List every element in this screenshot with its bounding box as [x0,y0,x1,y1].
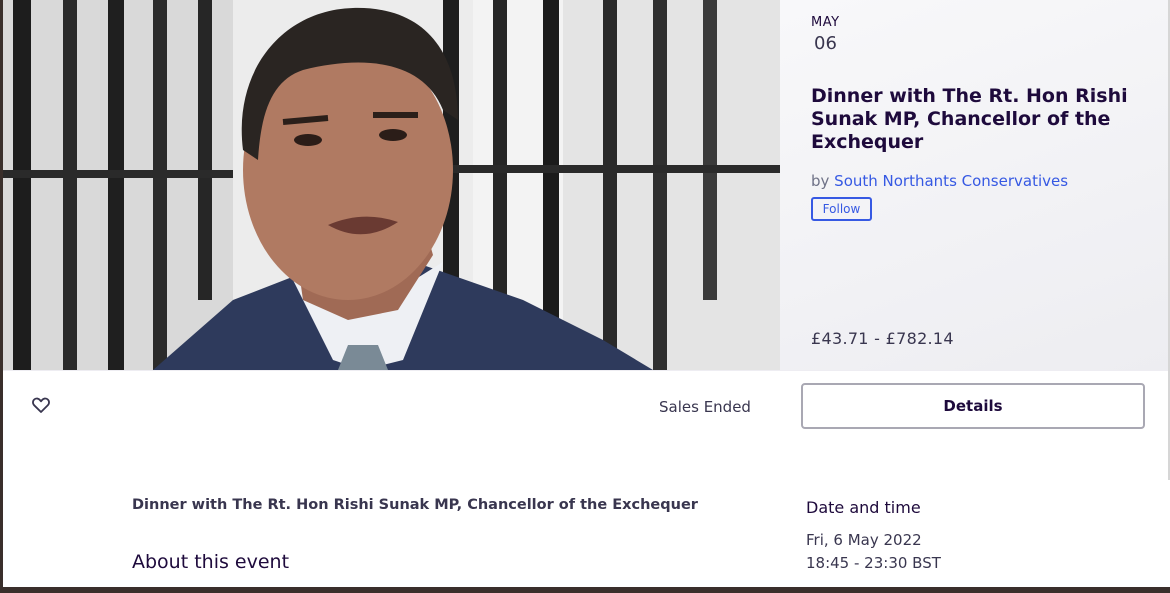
about-heading: About this event [132,551,290,573]
event-hero-image [3,0,780,370]
event-page: MAY 06 Dinner with The Rt. Hon Rishi Sun… [0,0,1170,587]
action-bar: Sales Ended Details [3,370,1168,442]
price-range: £43.71 - £782.14 [811,329,954,348]
organizer-link[interactable]: South Northants Conservatives [834,172,1068,190]
organizer-prefix: by [811,172,835,190]
follow-button[interactable]: Follow [811,197,872,221]
event-time: 18:45 - 23:30 BST [806,554,941,572]
event-day: 06 [814,33,837,54]
event-info-panel: MAY 06 Dinner with The Rt. Hon Rishi Sun… [780,0,1170,370]
body-event-title: Dinner with The Rt. Hon Rishi Sunak MP, … [132,497,698,513]
event-month: MAY [811,15,840,30]
heart-outline-icon[interactable] [31,395,51,415]
date-time-heading: Date and time [806,498,921,517]
event-title: Dinner with The Rt. Hon Rishi Sunak MP, … [811,85,1128,153]
event-body: Dinner with The Rt. Hon Rishi Sunak MP, … [3,441,1168,587]
organizer-line: by South Northants Conservatives [811,172,1068,190]
details-button[interactable]: Details [801,383,1145,429]
window-bottom-edge [0,587,1170,593]
portrait-photo [3,0,780,370]
sales-status: Sales Ended [659,398,751,416]
event-date: Fri, 6 May 2022 [806,531,922,549]
